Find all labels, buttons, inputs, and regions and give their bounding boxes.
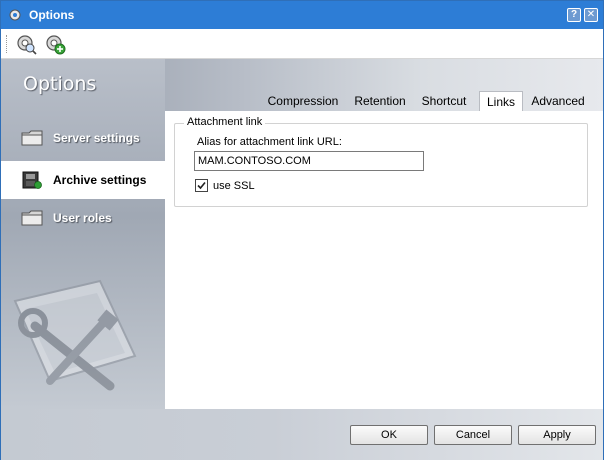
folder-icon [21,130,43,146]
tab-shortcut[interactable]: Shortcut [419,91,469,111]
apply-button[interactable]: Apply [518,425,596,445]
alias-label: Alias for attachment link URL: [197,136,342,148]
toolbar-grip [6,35,8,53]
cancel-button[interactable]: Cancel [434,425,512,445]
close-button[interactable]: ✕ [584,8,598,22]
use-ssl-checkbox[interactable] [195,179,208,192]
footer-bar [1,409,603,460]
settings-search-icon[interactable] [15,33,37,55]
tab-compression[interactable]: Compression [265,91,341,111]
sidebar-item-user-roles[interactable]: User roles [1,199,165,237]
sidebar-item-label: User roles [53,211,112,225]
archive-drive-icon [22,171,42,189]
alias-url-input[interactable]: MAM.CONTOSO.COM [194,151,424,171]
toolbar [1,29,603,59]
ok-button[interactable]: OK [350,425,428,445]
tools-illustration-icon [13,279,137,391]
tab-retention[interactable]: Retention [349,91,411,111]
sidebar-item-server-settings[interactable]: Server settings [1,119,165,157]
tab-strip: Compression Retention Shortcut Links Adv… [165,91,603,111]
sidebar-item-archive-settings[interactable]: Archive settings [1,161,165,199]
settings-add-icon[interactable] [44,33,66,55]
groupbox-legend: Attachment link [184,116,266,128]
use-ssl-label: use SSL [213,180,255,192]
sidebar-item-label: Archive settings [53,173,147,187]
title-bar: Options ? ✕ [1,1,603,29]
window-title: Options [29,8,75,22]
gear-icon [9,9,21,21]
tab-links[interactable]: Links [479,91,523,111]
options-window: Options ? ✕ Options Server settings Arch… [0,0,604,460]
tab-advanced[interactable]: Advanced [529,91,587,111]
sidebar-item-label: Server settings [53,131,140,145]
help-button[interactable]: ? [567,8,581,22]
folder-icon [21,210,43,226]
checkmark-icon [197,181,206,190]
sidebar-title: Options [23,73,97,95]
